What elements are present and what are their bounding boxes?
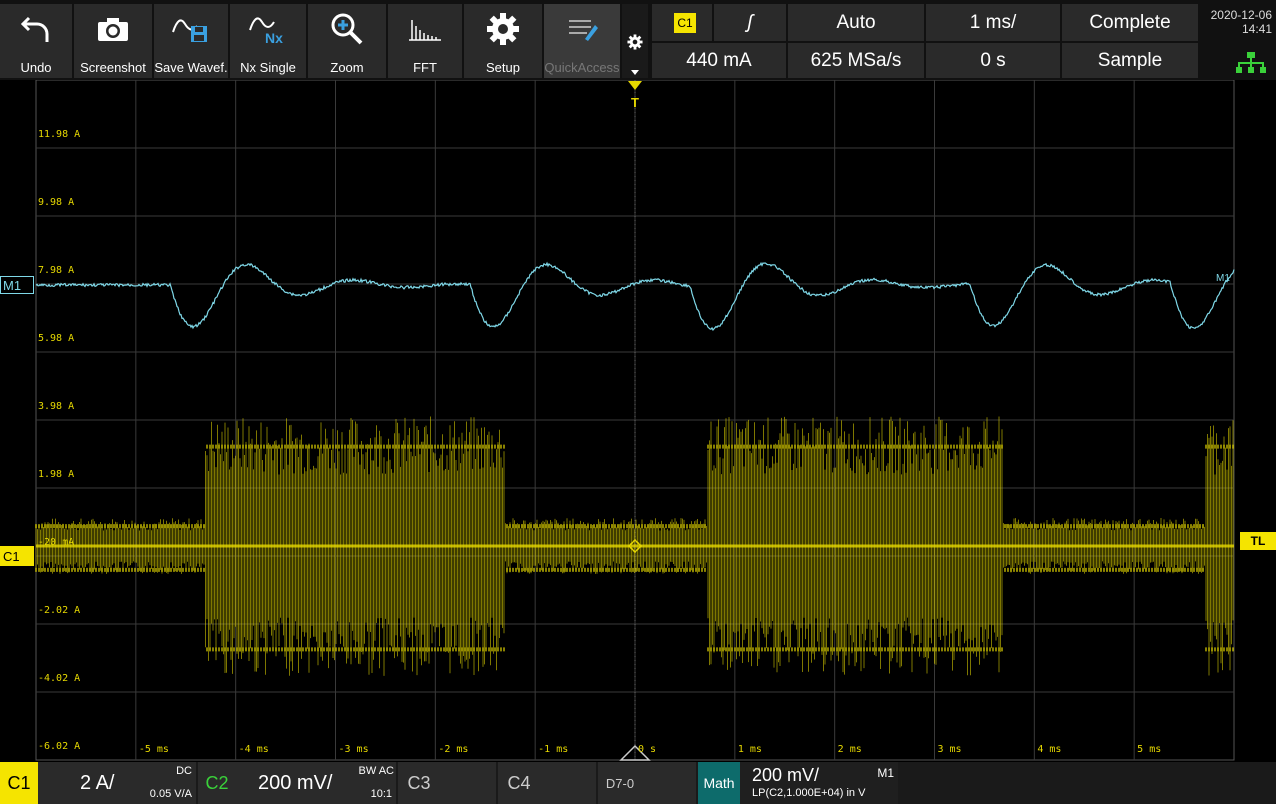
math-id: M1: [877, 766, 894, 780]
sample-rate[interactable]: 625 MSa/s: [788, 43, 924, 78]
save-waveform-button[interactable]: Save Wavef.: [154, 4, 228, 78]
c4-settings[interactable]: [540, 762, 596, 804]
c1-channel-button[interactable]: C1: [0, 762, 38, 804]
x-axis-label: -4 ms: [238, 744, 269, 755]
digital-settings[interactable]: [642, 762, 696, 804]
x-axis-label: 4 ms: [1037, 744, 1062, 755]
c2-settings[interactable]: 200 mV/ BW AC 10:1: [236, 762, 396, 804]
camera-icon: [74, 12, 152, 46]
c3-channel-button[interactable]: C3: [398, 762, 440, 804]
nx-single-button[interactable]: Nx Nx Single: [230, 4, 306, 78]
quick-access-label: QuickAccess: [544, 60, 620, 75]
acquisition-state[interactable]: Complete: [1062, 4, 1198, 41]
trigger-marker-label: T: [631, 95, 639, 110]
network-icon: [1236, 52, 1266, 79]
fft-icon: [388, 12, 462, 46]
save-waveform-label: Save Wavef.: [154, 60, 228, 75]
settings-menu-button[interactable]: [622, 4, 648, 78]
y-axis-label: 5.98 A: [38, 332, 75, 344]
trigger-level-tag[interactable]: TL: [1240, 532, 1276, 550]
math-expression: LP(C2,1.000E+04) in V: [752, 787, 866, 799]
screenshot-button[interactable]: Screenshot: [74, 4, 152, 78]
zoom-icon: [308, 12, 386, 46]
x-axis-label: -3 ms: [338, 744, 369, 755]
waveform-grid: [35, 80, 1235, 761]
m1-offset-tag[interactable]: M1: [0, 276, 34, 294]
toolbar: Undo Screenshot Save Wavef. Nx Nx Single…: [0, 0, 1276, 80]
trigger-level[interactable]: 440 mA: [652, 43, 786, 78]
fft-button[interactable]: FFT: [388, 4, 462, 78]
x-axis-label: 1 ms: [737, 744, 762, 755]
settings-gear-icon: [627, 34, 643, 55]
c1-scale: 2 A/: [80, 772, 115, 794]
x-axis-label: 5 ms: [1137, 744, 1162, 755]
y-axis-label: 7.98 A: [38, 264, 75, 276]
x-axis-label: -2 ms: [438, 744, 469, 755]
fft-label: FFT: [413, 60, 437, 75]
nx-single-icon: Nx: [230, 12, 306, 46]
acquisition-mode[interactable]: Sample: [1062, 43, 1198, 78]
c1-coupling: DC: [176, 765, 192, 777]
c3-settings[interactable]: [440, 762, 496, 804]
undo-button[interactable]: Undo: [0, 4, 72, 78]
trigger-mode[interactable]: Auto: [788, 4, 924, 41]
c2-bandwidth: BW AC: [358, 765, 394, 777]
x-axis-label: 0 s: [638, 744, 657, 755]
x-axis-label: 2 ms: [837, 744, 862, 755]
chevron-down-icon: [631, 70, 639, 75]
c1-offset-tag[interactable]: C1: [0, 546, 34, 566]
trigger-position-marker[interactable]: T: [628, 81, 642, 111]
c2-channel-button[interactable]: C2: [198, 762, 236, 804]
quick-access-icon: [544, 12, 620, 46]
y-axis-label: 9.98 A: [38, 196, 75, 208]
y-axis-label: -6.02 A: [38, 740, 81, 752]
time-text: 14:41: [1241, 22, 1272, 36]
nx-icon-text: Nx: [265, 30, 283, 46]
x-axis-label: 3 ms: [937, 744, 962, 755]
c2-scale: 200 mV/: [258, 772, 333, 794]
quick-access-button[interactable]: QuickAccess: [544, 4, 620, 78]
undo-label: Undo: [20, 60, 52, 75]
x-axis-label: -1 ms: [538, 744, 569, 755]
zoom-button[interactable]: Zoom: [308, 4, 386, 78]
c1-factor: 0.05 V/A: [149, 788, 192, 800]
save-waveform-icon: [154, 12, 228, 46]
trigger-source-badge: C1: [674, 12, 696, 33]
y-axis-label: -20 mA: [38, 536, 75, 548]
x-axis-label: -5 ms: [138, 744, 169, 755]
y-axis-label: -4.02 A: [38, 672, 81, 684]
m1-trace-label: M1: [1216, 273, 1230, 284]
date-text: 2020-12-06: [1210, 8, 1272, 22]
datetime-box: 2020-12-06 14:41: [1202, 4, 1276, 78]
trigger-slope[interactable]: ʃ: [714, 4, 786, 41]
y-axis-label: -2.02 A: [38, 604, 81, 616]
timebase[interactable]: 1 ms/: [926, 4, 1060, 41]
setup-button[interactable]: Setup: [464, 4, 542, 78]
digital-channel-button[interactable]: D7-0: [598, 762, 642, 804]
gear-icon: [464, 12, 542, 46]
nx-single-label: Nx Single: [240, 60, 296, 75]
waveform-display[interactable]: 11.98 A 9.98 A 7.98 A 5.98 A 3.98 A 1.98 A -20…: [0, 80, 1276, 762]
c2-ratio: 10:1: [370, 788, 392, 800]
c1-settings[interactable]: 2 A/ DC 0.05 V/A: [38, 762, 196, 804]
channel-bar: C1 2 A/ DC 0.05 V/A C2 200 mV/ BW AC 10:…: [0, 762, 1276, 804]
horizontal-position[interactable]: 0 s: [926, 43, 1060, 78]
y-axis-label: 11.98 A: [38, 128, 81, 140]
math-scale: 200 mV/: [752, 765, 820, 785]
zoom-label: Zoom: [330, 60, 364, 75]
setup-label: Setup: [486, 60, 520, 75]
math-channel-button[interactable]: Math: [698, 762, 740, 804]
c4-channel-button[interactable]: C4: [498, 762, 540, 804]
screenshot-label: Screenshot: [80, 60, 146, 75]
trigger-source-cell[interactable]: C1: [652, 4, 712, 41]
y-axis-label: 1.98 A: [38, 468, 75, 480]
math-settings[interactable]: 200 mV/ M1 LP(C2,1.000E+04) in V: [740, 762, 898, 804]
y-axis-label: 3.98 A: [38, 400, 75, 412]
undo-icon: [0, 12, 72, 46]
